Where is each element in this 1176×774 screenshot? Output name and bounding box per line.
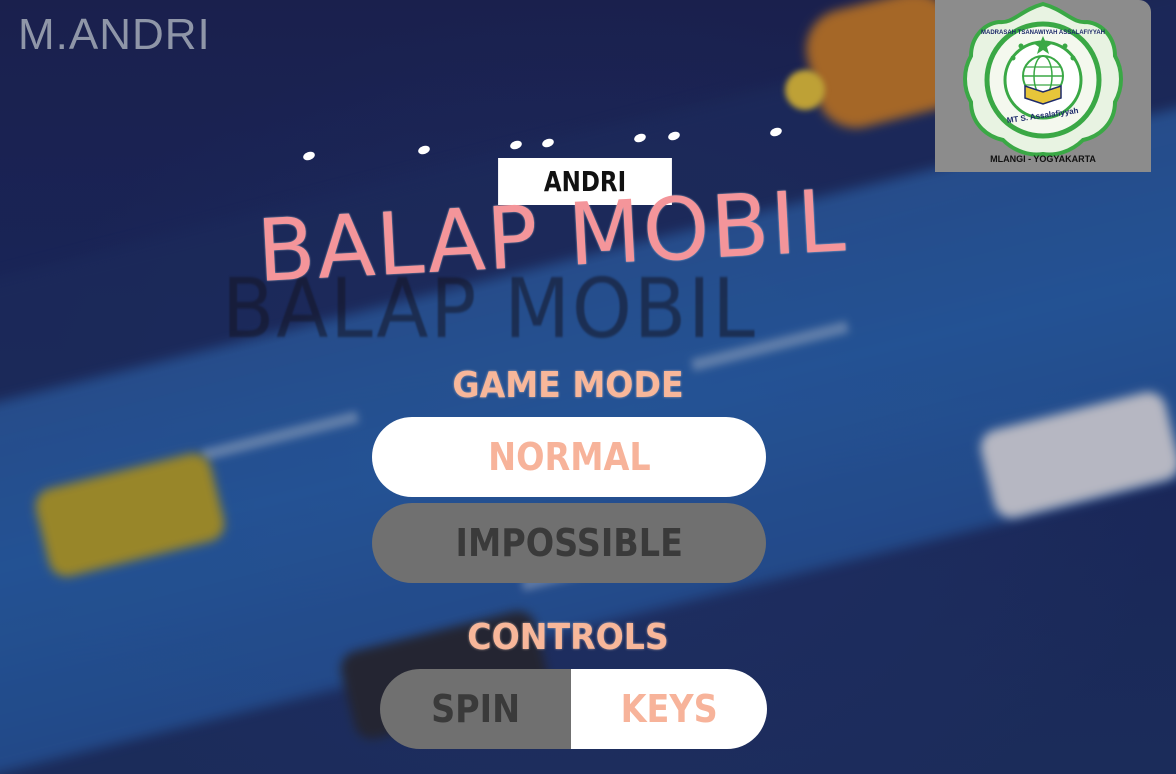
controls-toggle: SPIN KEYS	[380, 669, 767, 749]
school-logo-emblem: MLANGI - YOGYAKARTA MT S. Assalafiyyah M…	[963, 1, 1123, 164]
mode-normal-button[interactable]: NORMAL	[372, 417, 766, 497]
brand-watermark: M.ANDRI	[18, 10, 211, 59]
game-mode-label: GAME MODE	[452, 365, 684, 406]
controls-keys-button[interactable]: KEYS	[571, 669, 767, 749]
mode-normal-label: NORMAL	[487, 435, 651, 479]
controls-spin-button[interactable]: SPIN	[380, 669, 571, 749]
school-logo: MLANGI - YOGYAKARTA MT S. Assalafiyyah M…	[935, 0, 1151, 172]
game-screen: M.ANDRI MLANGI - YOGYAKARTA MT S. Assala…	[0, 0, 1176, 774]
controls-spin-label: SPIN	[430, 687, 521, 731]
school-logo-top-text: MADRASAH TSANAWIYAH ASSALAFIYYAH	[981, 30, 1105, 36]
controls-label: CONTROLS	[467, 617, 669, 658]
school-logo-bottom-text: MLANGI - YOGYAKARTA	[990, 154, 1096, 164]
mode-impossible-label: IMPOSSIBLE	[455, 521, 683, 565]
controls-keys-label: KEYS	[620, 687, 718, 731]
mode-impossible-button[interactable]: IMPOSSIBLE	[372, 503, 766, 583]
